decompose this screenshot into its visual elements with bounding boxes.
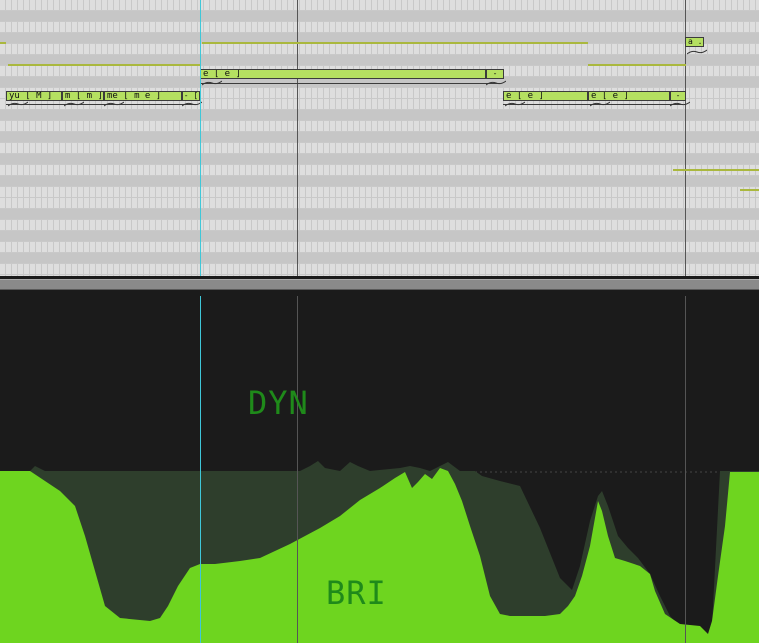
pitch-connector bbox=[200, 83, 500, 84]
note[interactable]: a ... bbox=[685, 37, 704, 47]
tie-icon bbox=[64, 101, 84, 107]
pane-splitter[interactable] bbox=[0, 276, 759, 296]
tie-icon bbox=[8, 101, 28, 107]
note[interactable]: e [ e ] bbox=[588, 91, 670, 101]
piano-roll-row-band bbox=[0, 110, 759, 120]
piano-roll-row-band bbox=[0, 231, 759, 241]
tie-icon bbox=[202, 80, 222, 86]
note[interactable]: me [ m e ] bbox=[104, 91, 182, 101]
pitch-curve-segment bbox=[740, 189, 759, 191]
pitch-curve-segment bbox=[0, 42, 6, 44]
note[interactable]: m [ m ] bbox=[62, 91, 104, 101]
note-tail[interactable]: - [... bbox=[670, 91, 686, 101]
piano-roll-row-band bbox=[0, 253, 759, 263]
piano-roll-row-band bbox=[0, 209, 759, 219]
piano-roll-row-band bbox=[0, 11, 759, 21]
note[interactable]: e [ e ] bbox=[200, 69, 486, 79]
piano-roll[interactable]: yu [ M ] m [ m ] me [ m e ] - [ e [ e ] … bbox=[0, 0, 759, 276]
pitch-curve-segment bbox=[673, 169, 759, 171]
parameter-panel[interactable]: DYN BRI bbox=[0, 296, 759, 643]
tie-icon bbox=[670, 101, 690, 107]
pitch-connector bbox=[6, 104, 196, 105]
tie-icon bbox=[104, 101, 124, 107]
splitter-bar[interactable] bbox=[0, 279, 759, 290]
note[interactable]: e [ e ] bbox=[503, 91, 588, 101]
playhead[interactable] bbox=[200, 0, 201, 276]
note-tail[interactable]: - [ bbox=[182, 91, 200, 101]
pitch-curve-segment bbox=[8, 64, 200, 66]
bri-label: BRI bbox=[326, 574, 387, 612]
dyn-label: DYN bbox=[248, 384, 309, 422]
piano-roll-row-band bbox=[0, 132, 759, 142]
piano-roll-row-band bbox=[0, 176, 759, 186]
tie-icon bbox=[486, 80, 506, 86]
note[interactable]: yu [ M ] bbox=[6, 91, 62, 101]
pitch-curve-segment bbox=[588, 64, 686, 66]
tie-icon bbox=[505, 101, 525, 107]
pitch-curve-segment bbox=[202, 42, 588, 44]
note-tail[interactable]: - [... bbox=[486, 69, 504, 79]
tie-icon bbox=[182, 101, 202, 107]
piano-roll-row-band bbox=[0, 154, 759, 164]
tie-icon bbox=[687, 49, 707, 55]
tie-icon bbox=[590, 101, 610, 107]
